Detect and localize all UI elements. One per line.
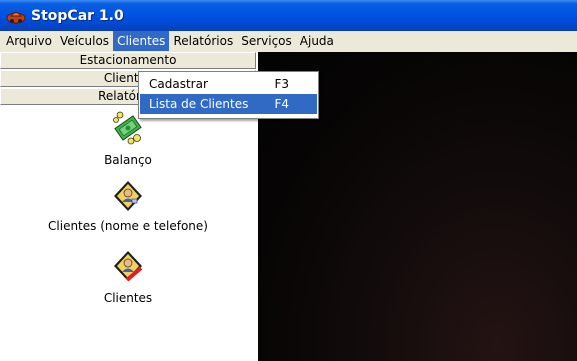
window-title: StopCar 1.0: [31, 7, 124, 24]
report-balanco-label: Balanço: [104, 153, 152, 167]
car-icon: [6, 11, 26, 23]
panel-header-estacionamento[interactable]: Estacionamento: [0, 52, 256, 69]
menu-arquivo[interactable]: Arquivo: [2, 31, 56, 51]
title-bar: StopCar 1.0: [0, 0, 577, 31]
menu-item-lista-de-clientes-label: Lista de Clientes: [149, 97, 249, 111]
client-contacts-icon: [114, 181, 142, 211]
menu-item-lista-de-clientes[interactable]: Lista de Clientes F4: [140, 94, 317, 114]
menu-item-cadastrar-label: Cadastrar: [149, 77, 208, 91]
client-cancel-icon: [114, 251, 143, 282]
menu-item-cadastrar-shortcut: F3: [274, 77, 289, 91]
menu-clientes[interactable]: Clientes: [113, 31, 170, 51]
menu-servicos[interactable]: Serviços: [237, 31, 296, 51]
menu-bar: Arquivo Veículos Clientes Relatórios Ser…: [0, 31, 577, 51]
menu-item-cadastrar[interactable]: Cadastrar F3: [140, 74, 317, 94]
report-clientes-label: Clientes: [103, 291, 153, 305]
menu-ajuda[interactable]: Ajuda: [296, 31, 338, 51]
clientes-dropdown-menu: Cadastrar F3 Lista de Clientes F4: [138, 71, 319, 119]
report-clientes-nome-telefone-label: Clientes (nome e telefone): [48, 219, 208, 233]
report-clientes-nome-telefone[interactable]: Clientes (nome e telefone): [0, 180, 256, 233]
menu-veiculos[interactable]: Veículos: [56, 31, 113, 51]
menu-item-lista-de-clientes-shortcut: F4: [274, 97, 289, 111]
report-clientes[interactable]: Clientes: [0, 250, 256, 305]
menu-relatorios[interactable]: Relatórios: [169, 31, 237, 51]
